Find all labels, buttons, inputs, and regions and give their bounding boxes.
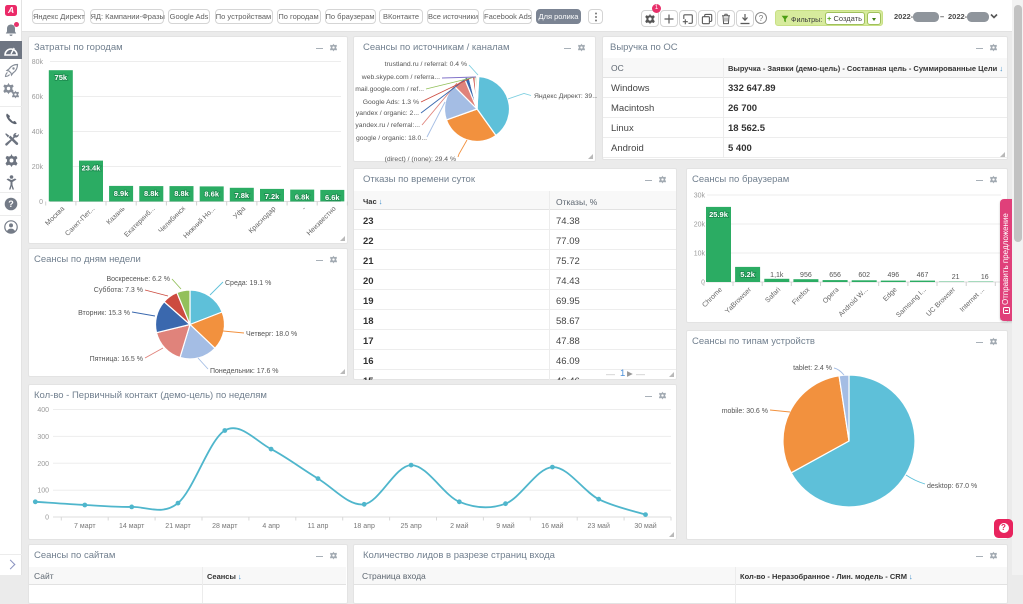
- svg-text:21 март: 21 март: [165, 523, 191, 530]
- svg-text:Казань: Казань: [106, 205, 127, 226]
- svg-text:Уфа: Уфа: [232, 205, 247, 220]
- svg-text:Нижний Но...: Нижний Но...: [182, 205, 217, 240]
- svg-text:400: 400: [37, 407, 49, 414]
- svg-text:8.9k: 8.9k: [114, 189, 129, 198]
- svg-text:23.4k: 23.4k: [82, 164, 102, 173]
- svg-text:Firefox: Firefox: [791, 286, 811, 306]
- svg-text:16 май: 16 май: [541, 522, 563, 530]
- svg-text:60k: 60k: [32, 94, 44, 101]
- svg-text:6.8k: 6.8k: [295, 193, 310, 202]
- svg-text:20k: 20k: [32, 164, 44, 171]
- svg-text:Samsung I...: Samsung I...: [895, 286, 928, 319]
- svg-text:75k: 75k: [55, 73, 68, 82]
- svg-text:14 март: 14 март: [119, 523, 145, 530]
- svg-text:6.6k: 6.6k: [325, 193, 340, 202]
- svg-text:7.8k: 7.8k: [234, 191, 249, 200]
- svg-text:20k: 20k: [694, 222, 706, 229]
- svg-text:yandex / organic: 2...: yandex / organic: 2...: [356, 110, 419, 117]
- svg-text:956: 956: [800, 272, 812, 279]
- svg-text:0: 0: [45, 515, 49, 522]
- svg-text:Воскресенье: 6.2 %: Воскресенье: 6.2 %: [107, 276, 171, 283]
- svg-text:80k: 80k: [32, 59, 44, 66]
- svg-text:Неизвестно: Неизвестно: [306, 205, 338, 237]
- svg-text:9 май: 9 май: [496, 522, 515, 530]
- svg-text:Краснодар: Краснодар: [248, 205, 278, 235]
- svg-text:30 май: 30 май: [634, 522, 656, 530]
- svg-text:30k: 30k: [694, 193, 706, 200]
- svg-text:656: 656: [829, 272, 841, 279]
- svg-text:Санкт-Пет...: Санкт-Пет...: [64, 205, 96, 237]
- svg-text:21: 21: [952, 274, 960, 281]
- svg-text:300: 300: [37, 434, 49, 441]
- svg-text:467: 467: [917, 272, 929, 279]
- svg-text:Google Ads: 1.3 %: Google Ads: 1.3 %: [363, 99, 419, 106]
- svg-text:Екатеринб...: Екатеринб...: [123, 205, 157, 239]
- svg-text:496: 496: [887, 272, 899, 279]
- svg-text:Edge: Edge: [882, 286, 899, 303]
- svg-text:mobile: 30.6 %: mobile: 30.6 %: [722, 408, 768, 415]
- svg-text:1,1k: 1,1k: [770, 272, 784, 279]
- svg-text:5.2k: 5.2k: [740, 270, 755, 279]
- svg-text:25.9k: 25.9k: [709, 210, 729, 219]
- svg-text:0: 0: [39, 199, 43, 206]
- svg-text:25 апр: 25 апр: [400, 523, 421, 530]
- svg-text:10k: 10k: [694, 251, 706, 258]
- svg-text:Четверг: 18.0 %: Четверг: 18.0 %: [246, 331, 297, 338]
- svg-text:Понедельник: 17.6 %: Понедельник: 17.6 %: [210, 368, 279, 375]
- svg-text:trustland.ru / referral: 0.4 %: trustland.ru / referral: 0.4 %: [385, 61, 467, 68]
- svg-text:0: 0: [701, 280, 705, 287]
- svg-text:Safari: Safari: [764, 286, 782, 304]
- svg-text:Opera: Opera: [822, 286, 841, 305]
- svg-text:8.6k: 8.6k: [204, 189, 219, 198]
- svg-text:8.8k: 8.8k: [174, 189, 189, 198]
- svg-text:18 апр: 18 апр: [354, 523, 375, 530]
- svg-text:mail.google.com / ref...: mail.google.com / ref...: [355, 86, 424, 93]
- svg-text:Internet ...: Internet ...: [959, 286, 986, 313]
- svg-text:16: 16: [981, 274, 989, 281]
- svg-text:?: ?: [8, 199, 14, 209]
- svg-text:(direct) / (none): 29.4 %: (direct) / (none): 29.4 %: [385, 156, 456, 163]
- svg-text:yandex.ru / referral:...: yandex.ru / referral:...: [355, 122, 420, 129]
- svg-text:YaBrowser: YaBrowser: [724, 286, 753, 315]
- svg-text:Chrome: Chrome: [701, 286, 724, 309]
- svg-text:7 март: 7 март: [74, 523, 96, 530]
- svg-text:23 май: 23 май: [588, 522, 610, 530]
- svg-text:Яндекс Директ: 39...: Яндекс Директ: 39...: [534, 93, 597, 100]
- svg-text:google / organic: 18.0...: google / organic: 18.0...: [356, 135, 427, 142]
- svg-text:11 апр: 11 апр: [308, 523, 329, 530]
- svg-text:Среда: 19.1 %: Среда: 19.1 %: [225, 280, 271, 287]
- svg-text:Челябинск: Челябинск: [157, 204, 188, 235]
- svg-text:-: -: [301, 205, 308, 212]
- svg-text:28 март: 28 март: [212, 523, 238, 530]
- svg-text:UC Browser: UC Browser: [925, 286, 957, 318]
- svg-text:Android W...: Android W...: [838, 286, 870, 318]
- svg-text:desktop: 67.0 %: desktop: 67.0 %: [927, 483, 977, 490]
- svg-text:2 май: 2 май: [450, 522, 469, 530]
- svg-text:4 апр: 4 апр: [262, 523, 280, 530]
- svg-text:40k: 40k: [32, 129, 44, 136]
- svg-text:100: 100: [37, 488, 49, 495]
- svg-text:tablet: 2.4 %: tablet: 2.4 %: [793, 365, 832, 372]
- svg-text:200: 200: [37, 461, 49, 468]
- svg-text:Пятница: 16.5 %: Пятница: 16.5 %: [90, 356, 143, 363]
- svg-text:8.8k: 8.8k: [144, 189, 159, 198]
- svg-text:Суббота: 7.3 %: Суббота: 7.3 %: [94, 286, 143, 294]
- svg-text:7.2k: 7.2k: [265, 192, 280, 201]
- svg-text:Вторник: 15.3 %: Вторник: 15.3 %: [78, 310, 130, 317]
- svg-text:web.skype.com / referra...: web.skype.com / referra...: [361, 74, 440, 81]
- svg-text:602: 602: [858, 272, 870, 279]
- svg-text:Москва: Москва: [44, 205, 66, 227]
